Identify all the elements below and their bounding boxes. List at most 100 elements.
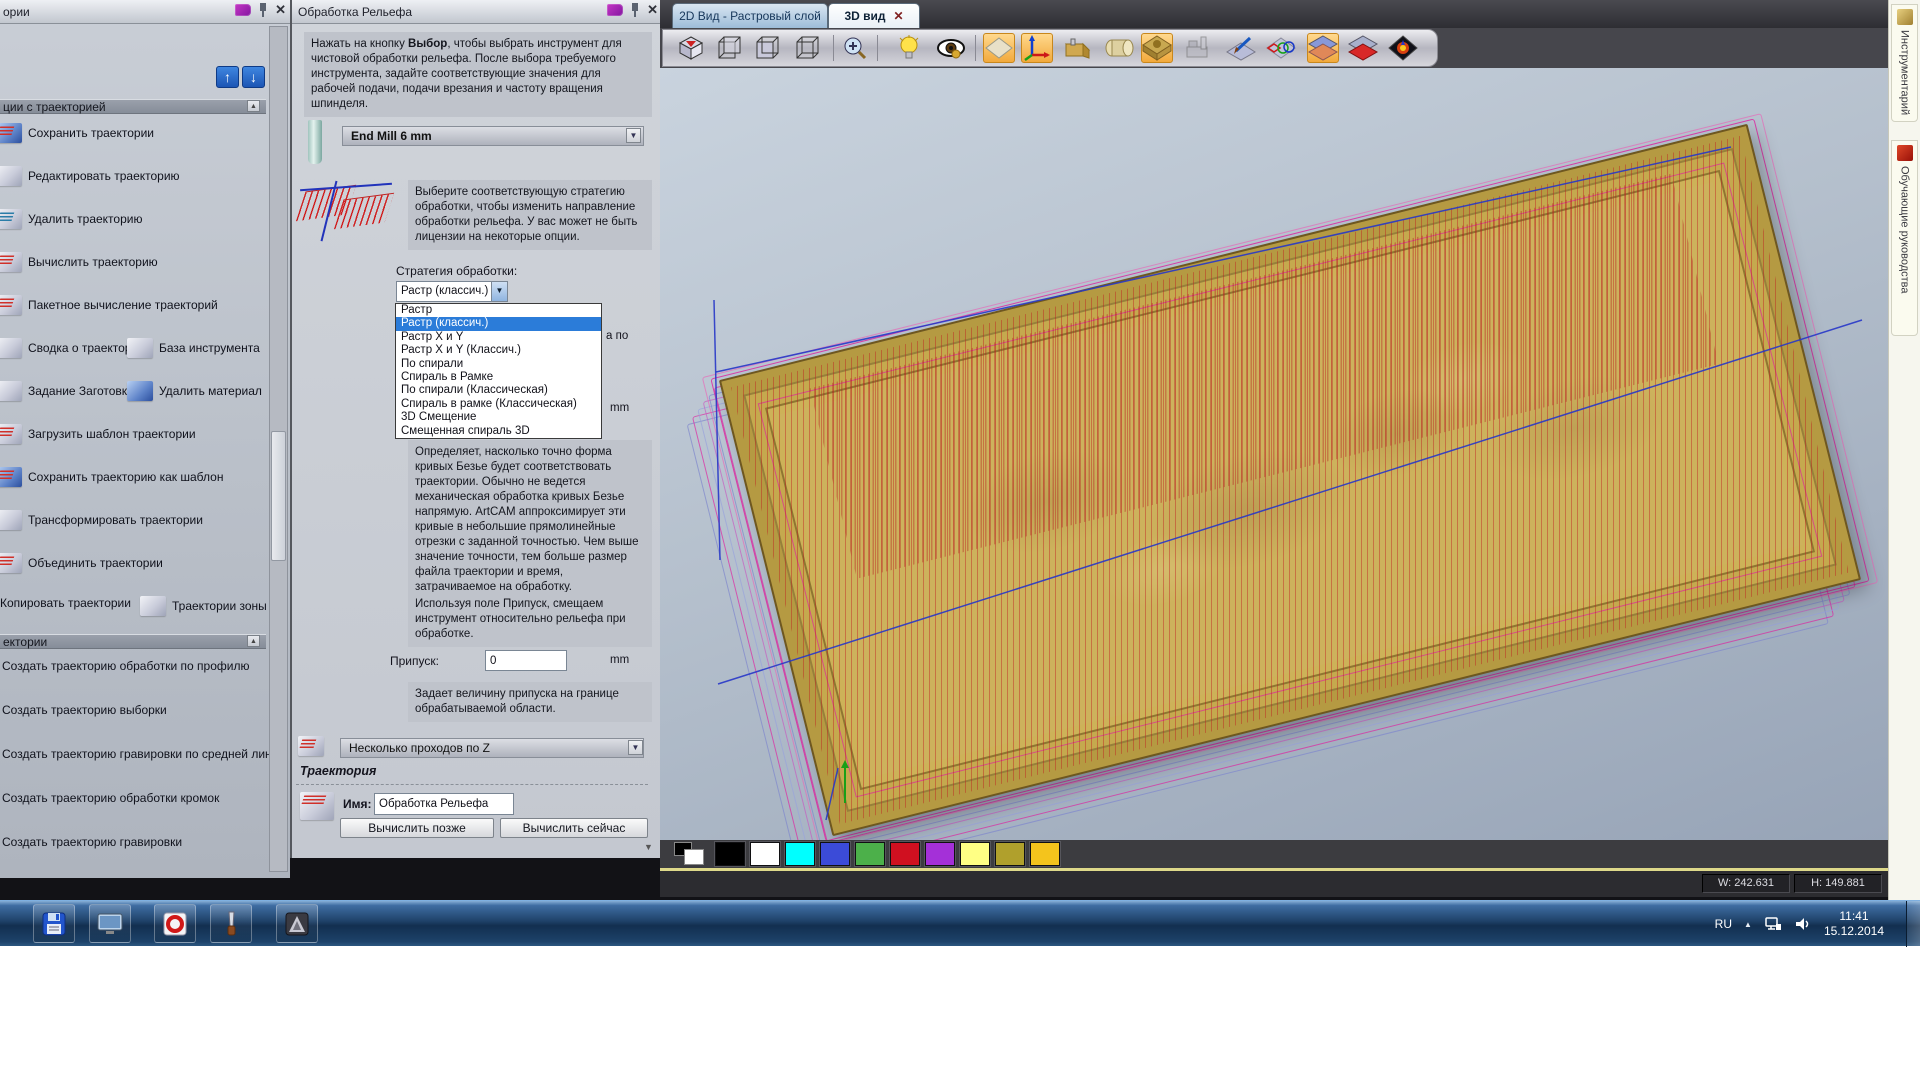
list-item[interactable]: Сводка о траектории bbox=[0, 338, 145, 358]
toolpath-name-input[interactable] bbox=[374, 793, 514, 815]
allowance-input[interactable] bbox=[485, 650, 567, 671]
toolbox-icon[interactable] bbox=[1061, 33, 1093, 63]
list-item[interactable]: База инструмента bbox=[127, 338, 260, 358]
color-swatch[interactable] bbox=[785, 842, 815, 866]
dropdown-option[interactable]: Спираль в Рамке bbox=[396, 371, 601, 384]
section-header-toolpath-operations[interactable]: ции с траекторией bbox=[0, 99, 266, 114]
list-item[interactable]: Создать траекторию гравировки bbox=[2, 835, 182, 849]
view-along-x-icon[interactable] bbox=[713, 33, 745, 63]
section-header-toolpaths[interactable]: ектории bbox=[0, 634, 266, 649]
dropdown-option[interactable]: Спираль в рамке (Классическая) bbox=[396, 398, 601, 411]
list-item[interactable]: Копировать траектории bbox=[0, 596, 131, 610]
language-indicator[interactable]: RU bbox=[1715, 917, 1732, 931]
color-swatch[interactable] bbox=[960, 842, 990, 866]
list-item[interactable]: Создать траекторию обработки по профилю bbox=[2, 659, 249, 673]
view-along-y-icon[interactable] bbox=[751, 33, 783, 63]
taskbar-save-app-button[interactable] bbox=[33, 904, 75, 943]
list-item[interactable]: Траектории зоны bbox=[140, 596, 267, 616]
zoom-icon[interactable] bbox=[839, 33, 871, 63]
dropdown-option[interactable]: Растр X и Y (Классич.) bbox=[396, 344, 601, 357]
dropdown-option[interactable]: Растр X и Y bbox=[396, 331, 601, 344]
iso-view-icon[interactable] bbox=[675, 33, 707, 63]
dropdown-option[interactable]: Смещенная спираль 3D bbox=[396, 425, 601, 438]
taskbar-artcam-button[interactable] bbox=[276, 904, 318, 943]
multipass-section-bar[interactable]: Несколько проходов по Z bbox=[340, 738, 644, 758]
roller-icon[interactable] bbox=[1103, 33, 1135, 63]
list-item[interactable]: Загрузить шаблон траектории bbox=[0, 424, 196, 444]
color-swatch[interactable] bbox=[890, 842, 920, 866]
list-item[interactable]: Объединить траектории bbox=[0, 553, 163, 573]
taskbar-app-window-button[interactable] bbox=[89, 904, 131, 943]
tab-2d-view[interactable]: 2D Вид - Растровый слой bbox=[672, 3, 828, 28]
color-swatch[interactable] bbox=[715, 842, 745, 866]
help-book-icon[interactable] bbox=[607, 4, 623, 16]
scroll-down-button[interactable]: ↓ bbox=[242, 66, 265, 88]
color-swatch[interactable] bbox=[750, 842, 780, 866]
left-panel-scrollbar-thumb[interactable] bbox=[271, 431, 286, 561]
light-bulb-icon[interactable] bbox=[893, 33, 925, 63]
layers-icon[interactable] bbox=[1307, 33, 1339, 63]
tab-3d-view[interactable]: 3D вид ✕ bbox=[828, 3, 920, 28]
tray-expand-icon[interactable]: ▲ bbox=[1744, 920, 1752, 929]
close-panel-icon[interactable]: ✕ bbox=[275, 4, 286, 16]
calculate-later-button[interactable]: Вычислить позже bbox=[340, 818, 494, 838]
section1-collapse-icon[interactable]: ▲ bbox=[247, 100, 260, 112]
view-along-z-icon[interactable] bbox=[791, 33, 823, 63]
draw-plane-icon[interactable] bbox=[983, 33, 1015, 63]
taskbar-tool-app-button[interactable] bbox=[210, 904, 252, 943]
list-item[interactable]: Трансформировать траектории bbox=[0, 510, 203, 530]
list-item[interactable]: Создать траекторию гравировки по средней… bbox=[2, 747, 285, 761]
multipass-dropdown-icon[interactable]: ▼ bbox=[628, 740, 643, 755]
list-item[interactable]: Пакетное вычисление траекторий bbox=[0, 295, 218, 315]
relief-block-icon[interactable] bbox=[1141, 33, 1173, 63]
dropdown-option[interactable]: Растр bbox=[396, 304, 601, 317]
show-desktop-button[interactable] bbox=[1906, 901, 1920, 947]
tool-section-dropdown-icon[interactable]: ▼ bbox=[626, 128, 641, 143]
primary-secondary-color-swatch[interactable] bbox=[674, 842, 708, 866]
chevron-down-icon[interactable]: ▼ bbox=[491, 282, 507, 301]
section2-collapse-icon[interactable]: ▲ bbox=[247, 635, 260, 647]
toolpath-zones-diagram-icon[interactable] bbox=[1265, 33, 1297, 63]
list-item[interactable]: Сохранить траекторию как шаблон bbox=[0, 467, 223, 487]
color-swatch[interactable] bbox=[995, 842, 1025, 866]
list-item[interactable]: Удалить траекторию bbox=[0, 209, 142, 229]
list-item[interactable]: Задание Заготовки bbox=[0, 381, 134, 401]
strategy-combobox[interactable]: Растр (классич.) ▼ bbox=[396, 281, 508, 302]
color-swatch[interactable] bbox=[1030, 842, 1060, 866]
eye-icon[interactable] bbox=[935, 33, 967, 63]
color-swatch[interactable] bbox=[855, 842, 885, 866]
list-item[interactable]: Вычислить траекторию bbox=[0, 252, 158, 272]
calculate-now-button[interactable]: Вычислить сейчас bbox=[500, 818, 648, 838]
dropdown-option[interactable]: 3D Смещение bbox=[396, 411, 601, 424]
close-tab-icon[interactable]: ✕ bbox=[893, 9, 903, 23]
color-swatch[interactable] bbox=[925, 842, 955, 866]
scroll-up-button[interactable]: ↑ bbox=[216, 66, 239, 88]
dropdown-option-selected[interactable]: Растр (классич.) bbox=[396, 317, 601, 330]
list-item[interactable]: Создать траекторию выборки bbox=[2, 703, 167, 717]
list-item[interactable]: Создать траекторию обработки кромок bbox=[2, 791, 219, 805]
taskbar-clock[interactable]: 11:41 15.12.2014 bbox=[1824, 909, 1884, 939]
pin-icon[interactable] bbox=[631, 3, 639, 17]
list-item[interactable]: Редактировать траекторию bbox=[0, 166, 180, 186]
list-item[interactable]: Сохранить траектории bbox=[0, 123, 154, 143]
layers-red-icon[interactable] bbox=[1347, 33, 1379, 63]
3d-viewport[interactable] bbox=[660, 68, 1890, 840]
simulation-icon[interactable] bbox=[1183, 33, 1215, 63]
color-swatch[interactable] bbox=[820, 842, 850, 866]
relief-preview-icon[interactable] bbox=[1387, 33, 1419, 63]
tab-tutorials[interactable]: Обучающие руководства bbox=[1891, 140, 1918, 336]
dropdown-option[interactable]: По спирали bbox=[396, 358, 601, 371]
left-panel-scrollbar[interactable] bbox=[269, 26, 288, 872]
volume-icon[interactable] bbox=[1794, 916, 1812, 932]
dropdown-option[interactable]: По спирали (Классическая) bbox=[396, 384, 601, 397]
paintbrush-icon[interactable] bbox=[1225, 33, 1257, 63]
close-panel-icon[interactable]: ✕ bbox=[647, 4, 658, 16]
network-icon[interactable] bbox=[1764, 916, 1782, 932]
list-item[interactable]: Удалить материал bbox=[127, 381, 262, 401]
help-book-icon[interactable] bbox=[235, 4, 251, 16]
tab-assistant[interactable]: Инструментарий bbox=[1891, 4, 1918, 122]
tool-section-bar[interactable]: End Mill 6 mm bbox=[342, 126, 644, 146]
pin-icon[interactable] bbox=[259, 3, 267, 17]
panel-scroll-down-icon[interactable]: ▼ bbox=[644, 842, 653, 852]
origin-axes-icon[interactable] bbox=[1021, 33, 1053, 63]
